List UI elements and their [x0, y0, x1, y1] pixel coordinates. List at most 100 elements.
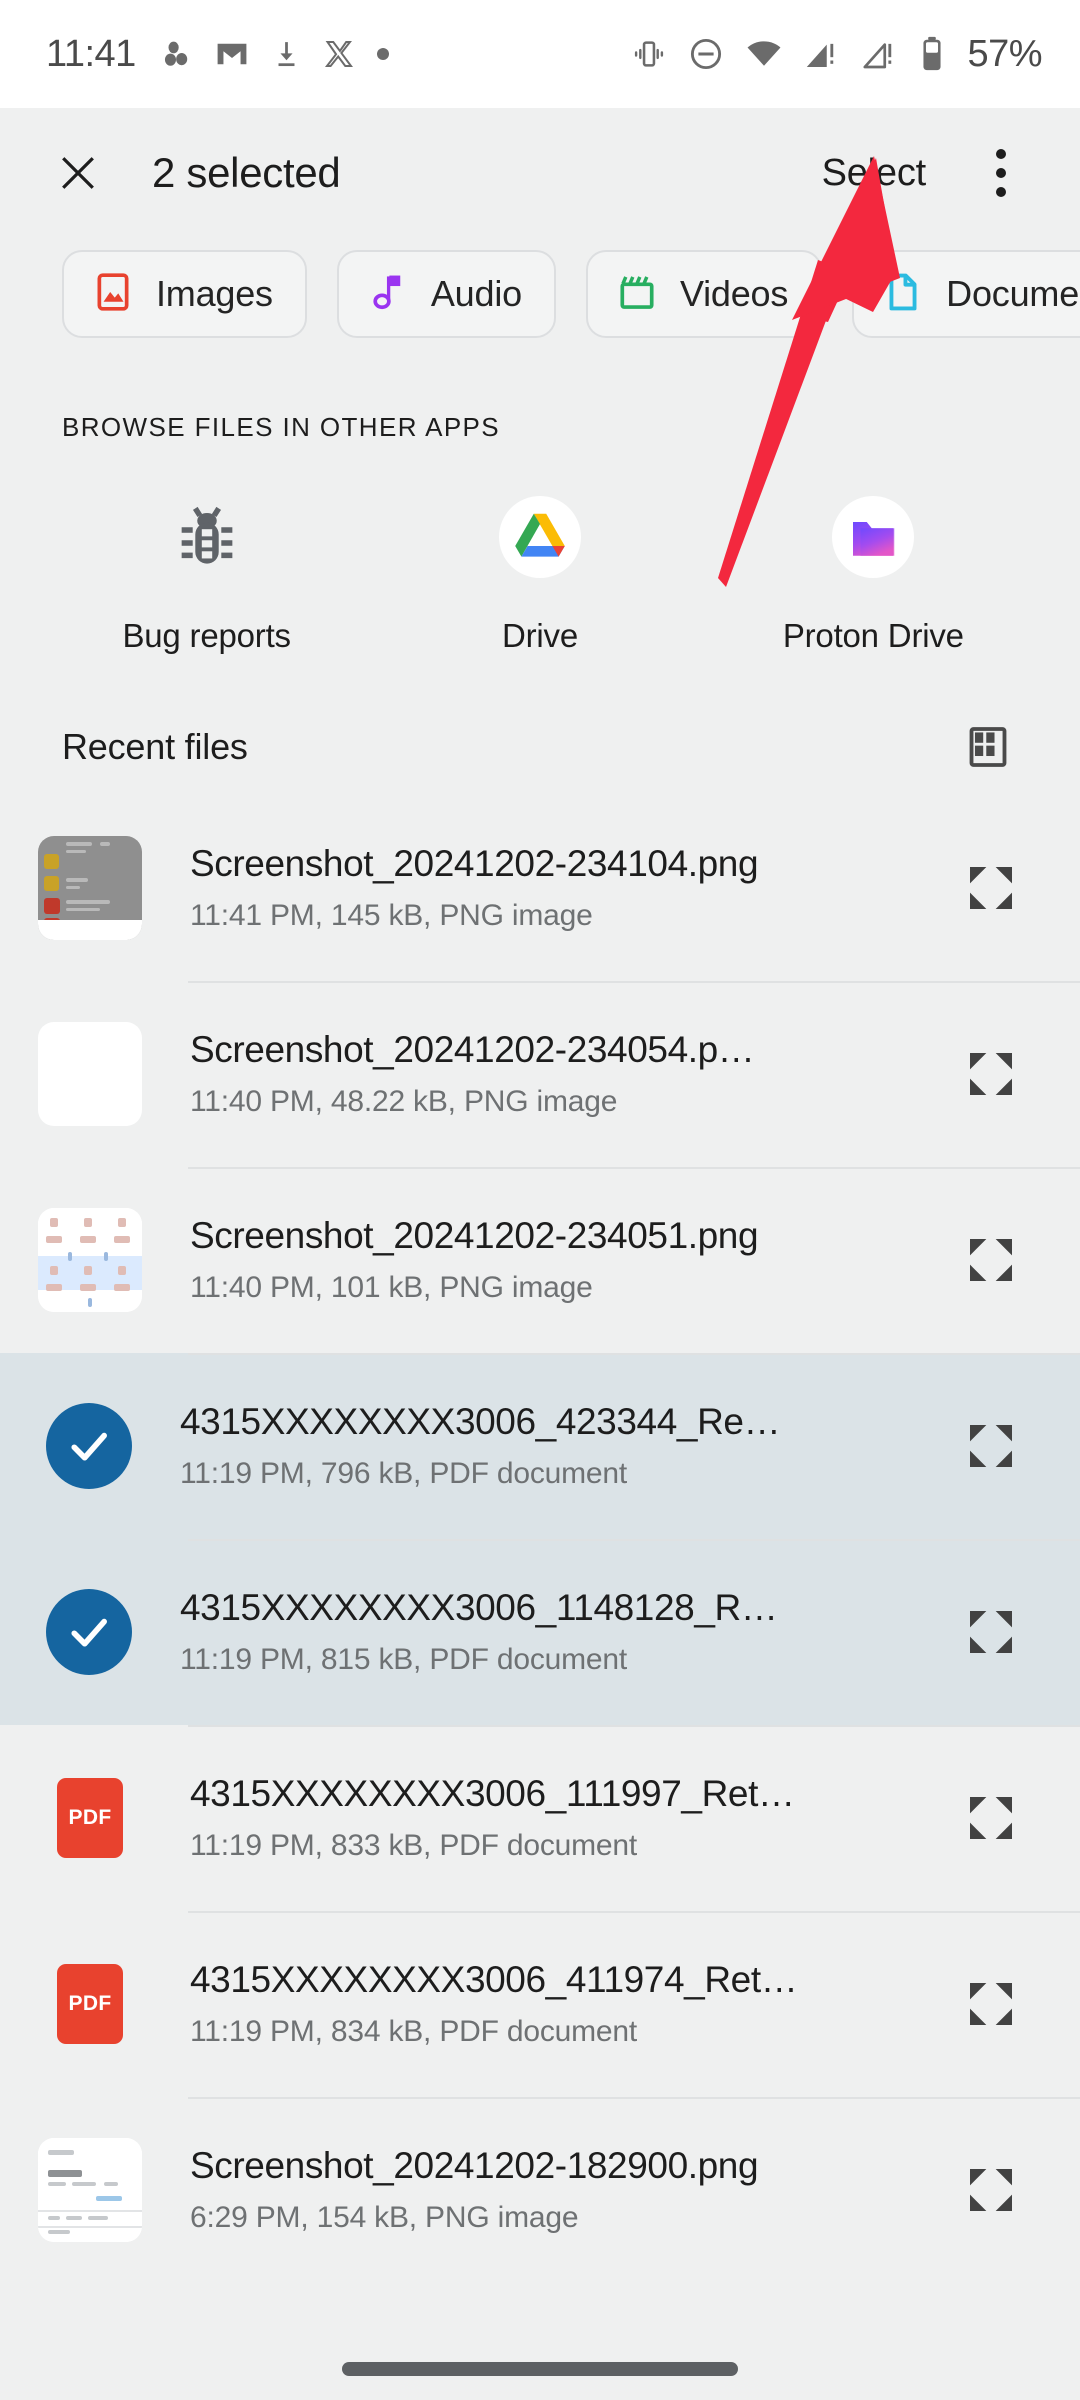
row-divider: [188, 1725, 1080, 1727]
vibrate-icon: [631, 36, 667, 72]
file-info: 4315XXXXXXXX3006_423344_Re… 11:19 PM, 79…: [180, 1401, 948, 1491]
grid-view-icon[interactable]: [952, 711, 1024, 783]
expand-icon[interactable]: [948, 1589, 1034, 1675]
checked-icon[interactable]: [46, 1589, 132, 1675]
proton-drive-icon: [832, 496, 915, 578]
video-icon: [616, 271, 658, 318]
file-info: Screenshot_20241202-182900.png 6:29 PM, …: [190, 2145, 948, 2235]
status-bar: 11:41 57%: [0, 0, 1080, 108]
expand-icon[interactable]: [948, 845, 1034, 931]
recent-files-title: Recent files: [62, 726, 248, 767]
file-row[interactable]: 4315XXXXXXXX3006_423344_Re… 11:19 PM, 79…: [0, 1353, 1080, 1539]
file-thumbnail: [38, 836, 142, 940]
overflow-menu-icon[interactable]: [966, 135, 1036, 211]
filter-chip-label: Audio: [430, 273, 522, 314]
row-divider: [188, 1539, 1080, 1541]
file-name: 4315XXXXXXXX3006_423344_Re…: [180, 1401, 781, 1442]
expand-icon[interactable]: [948, 1217, 1034, 1303]
signal-sim2-alert-icon: [861, 35, 899, 73]
file-row[interactable]: 4315XXXXXXXX3006_1148128_R… 11:19 PM, 81…: [0, 1539, 1080, 1725]
page-title: 2 selected: [152, 149, 341, 196]
dot-icon: [375, 46, 391, 62]
file-info: 4315XXXXXXXX3006_411974_Ret… 11:19 PM, 8…: [190, 1959, 948, 2049]
expand-icon[interactable]: [948, 2147, 1034, 2233]
file-row[interactable]: Screenshot_20241202-234051.png 11:40 PM,…: [0, 1167, 1080, 1353]
file-name: Screenshot_20241202-234051.png: [190, 1215, 759, 1256]
filter-chip-documents[interactable]: Documents: [852, 250, 1080, 338]
file-meta-line: 11:40 PM, 101 kB, PNG image: [190, 1271, 593, 1304]
other-app-label: Proton Drive: [782, 617, 964, 654]
other-app-proton-drive[interactable]: Proton Drive: [707, 489, 1040, 655]
pdf-tile-label: PDF: [57, 1964, 123, 2044]
filter-chip-row: Images Audio Videos Documents: [0, 238, 1080, 350]
gmail-icon: [214, 36, 250, 72]
checked-icon[interactable]: [46, 1403, 132, 1489]
other-app-label: Bug reports: [122, 617, 291, 654]
status-bar-left: 11:41: [46, 33, 391, 76]
file-name: Screenshot_20241202-182900.png: [190, 2145, 759, 2186]
expand-icon[interactable]: [948, 1403, 1034, 1489]
file-info: Screenshot_20241202-234051.png 11:40 PM,…: [190, 1215, 948, 1305]
contacts-icon: [160, 37, 194, 71]
file-row[interactable]: PDF 4315XXXXXXXX3006_411974_Ret… 11:19 P…: [0, 1911, 1080, 2097]
bug-icon: [159, 489, 255, 585]
filter-chip-images[interactable]: Images: [62, 250, 307, 338]
signal-sim1-alert-icon: [803, 35, 841, 73]
file-row[interactable]: PDF 4315XXXXXXXX3006_111997_Ret… 11:19 P…: [0, 1725, 1080, 1911]
expand-icon[interactable]: [948, 1775, 1034, 1861]
filter-chip-audio[interactable]: Audio: [336, 250, 556, 338]
status-bar-right: 57%: [631, 33, 1042, 76]
app-bar-actions: Select: [812, 135, 1036, 211]
download-icon: [270, 38, 303, 71]
expand-icon[interactable]: [948, 1031, 1034, 1117]
row-divider: [188, 1167, 1080, 1169]
status-bar-clock: 11:41: [46, 32, 136, 75]
file-meta-line: 11:40 PM, 48.22 kB, PNG image: [190, 1085, 618, 1118]
file-name: Screenshot_20241202-234054.p…: [190, 1029, 755, 1070]
row-divider: [188, 1911, 1080, 1913]
gesture-navigation-bar[interactable]: [342, 2362, 738, 2376]
audio-icon: [367, 271, 409, 318]
wifi-icon: [745, 35, 783, 73]
file-name: 4315XXXXXXXX3006_111997_Ret…: [190, 1773, 795, 1814]
file-info: 4315XXXXXXXX3006_1148128_R… 11:19 PM, 81…: [180, 1587, 948, 1677]
recent-files-header: Recent files: [0, 699, 1080, 795]
file-row[interactable]: Screenshot_20241202-234104.png 11:41 PM,…: [0, 795, 1080, 981]
select-button[interactable]: Select: [812, 144, 936, 203]
other-app-drive[interactable]: Drive: [373, 489, 706, 655]
other-app-label: Drive: [501, 617, 578, 654]
filter-chip-videos[interactable]: Videos: [585, 250, 823, 338]
filter-chip-label: Documents: [946, 273, 1080, 314]
file-thumbnail: [38, 1208, 142, 1312]
file-thumbnail: [38, 1022, 142, 1126]
file-meta-line: 11:19 PM, 796 kB, PDF document: [180, 1457, 628, 1490]
expand-icon[interactable]: [948, 1961, 1034, 2047]
file-name: 4315XXXXXXXX3006_1148128_R…: [180, 1587, 778, 1628]
close-icon[interactable]: [40, 135, 116, 211]
pdf-icon: PDF: [38, 1952, 142, 2056]
file-info: Screenshot_20241202-234054.p… 11:40 PM, …: [190, 1029, 948, 1119]
filter-chip-label: Videos: [679, 273, 789, 314]
image-icon: [92, 271, 134, 318]
filter-chip-label: Images: [156, 273, 273, 314]
document-icon: [882, 271, 924, 318]
other-app-bug-reports[interactable]: Bug reports: [40, 489, 373, 655]
file-name: 4315XXXXXXXX3006_411974_Ret…: [190, 1959, 798, 2000]
file-meta-line: 6:29 PM, 154 kB, PNG image: [190, 2201, 579, 2234]
file-info: Screenshot_20241202-234104.png 11:41 PM,…: [190, 843, 948, 933]
file-meta-line: 11:19 PM, 815 kB, PDF document: [180, 1643, 628, 1676]
battery-icon: [919, 35, 945, 73]
battery-percent-label: 57%: [967, 32, 1042, 75]
row-divider: [188, 2097, 1080, 2099]
file-meta-line: 11:41 PM, 145 kB, PNG image: [190, 899, 593, 932]
file-row[interactable]: Screenshot_20241202-182900.png 6:29 PM, …: [0, 2097, 1080, 2283]
row-divider: [188, 981, 1080, 983]
pdf-icon: PDF: [38, 1766, 142, 1870]
file-meta-line: 11:19 PM, 833 kB, PDF document: [190, 1829, 638, 1862]
file-row[interactable]: Screenshot_20241202-234054.p… 11:40 PM, …: [0, 981, 1080, 1167]
browse-other-apps-heading: BROWSE FILES IN OTHER APPS: [62, 412, 501, 442]
do-not-disturb-icon: [687, 35, 725, 73]
file-meta-line: 11:19 PM, 834 kB, PDF document: [190, 2015, 638, 2048]
row-divider: [188, 1353, 1080, 1355]
file-thumbnail: [38, 2138, 142, 2242]
